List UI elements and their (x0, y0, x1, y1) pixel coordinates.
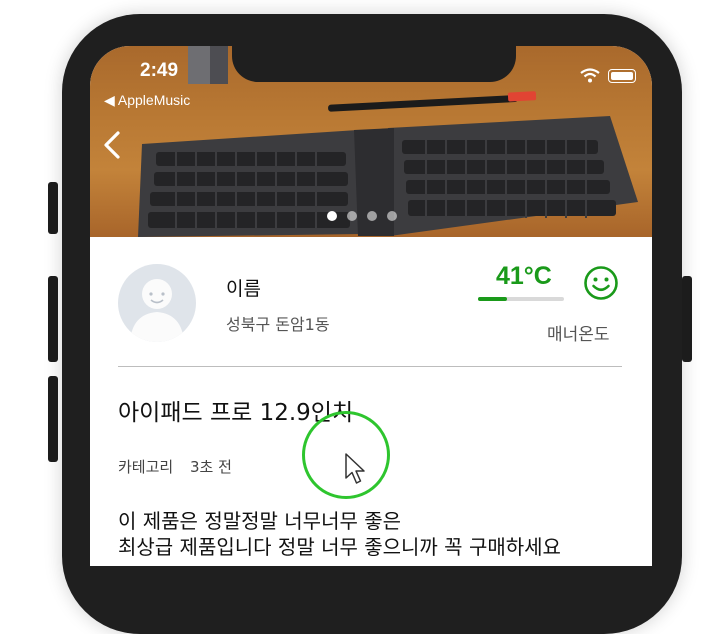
manner-temperature-bar (478, 297, 564, 301)
product-category[interactable]: 카테고리 (118, 458, 173, 476)
back-to-app-link[interactable]: ◀ AppleMusic (104, 92, 190, 109)
avatar[interactable] (118, 264, 196, 342)
page-dot-active[interactable] (327, 211, 337, 221)
wifi-icon (580, 68, 600, 83)
manner-temperature-fill (478, 297, 508, 301)
side-button-volume-up (48, 276, 58, 362)
mouse-cursor-icon (345, 453, 365, 484)
person-avatar-icon (130, 279, 184, 342)
status-indicators (580, 68, 636, 83)
product-photo[interactable]: 2:49 ◀ AppleMusic (90, 46, 652, 237)
product-meta: 카테고리 3초 전 (118, 456, 232, 477)
page-dot[interactable] (367, 211, 377, 221)
post-time: 3초 전 (189, 458, 232, 476)
manner-temperature-label: 매너온도 (547, 325, 610, 345)
battery-icon (608, 68, 636, 83)
seller-name: 이름 (226, 278, 261, 300)
description-line: 최상급 제품입니다 정말 너무 좋으니까 꼭 구매하세요 (118, 535, 561, 559)
back-chevron-icon[interactable] (100, 130, 124, 160)
side-button-mute (48, 182, 58, 234)
product-description: 이 제품은 정말정말 너무너무 좋은 최상급 제품입니다 정말 너무 좋으니까 … (118, 508, 638, 560)
photo-page-indicator (327, 211, 397, 221)
seller-location: 성북구 돈암1동 (226, 315, 330, 334)
manner-temperature: 41°C (496, 262, 552, 290)
status-time: 2:49 (140, 60, 179, 81)
page-dot[interactable] (387, 211, 397, 221)
side-button-volume-down (48, 376, 58, 462)
divider (118, 366, 622, 367)
description-line: 이 제품은 정말정말 너무너무 좋은 (118, 509, 402, 533)
device-notch (232, 46, 516, 82)
page-dot[interactable] (347, 211, 357, 221)
smile-icon (584, 266, 618, 300)
side-button-power (682, 276, 692, 362)
